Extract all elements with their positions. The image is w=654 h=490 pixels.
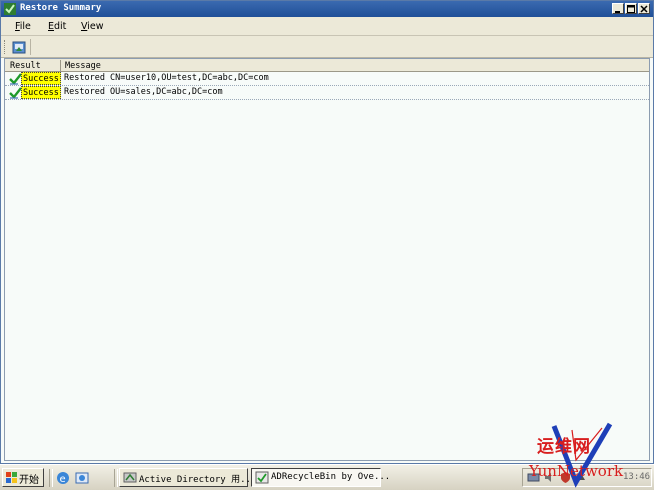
maximize-icon (627, 4, 635, 13)
menu-edit[interactable]: Edit (48, 21, 66, 32)
export-icon[interactable] (11, 39, 27, 55)
status-badge: Success (21, 86, 61, 99)
show-desktop-icon[interactable] (74, 470, 90, 486)
restore-summary-window: Restore Summary File Edit View Result Me… (0, 0, 654, 464)
close-icon (640, 4, 648, 13)
minimize-icon (615, 10, 620, 13)
taskbar-separator (114, 469, 118, 487)
table-row[interactable]: Success Restored OU=sales,DC=abc,DC=com (5, 86, 649, 100)
watermark-english-text: YunNetwork (529, 462, 624, 480)
task-adrecyclebin[interactable]: ADRecycleBin by Ove... (251, 468, 390, 487)
start-label: 开始 (19, 475, 39, 486)
svg-text:e: e (60, 474, 66, 485)
menu-bar: File Edit View (1, 17, 653, 36)
close-button[interactable] (638, 3, 650, 14)
column-divider[interactable] (60, 60, 61, 71)
watermark-chinese-text: 运维网 (537, 437, 591, 457)
toolbar-grip[interactable] (4, 40, 7, 54)
table-row[interactable]: Success Restored CN=user10,OU=test,DC=ab… (5, 72, 649, 86)
toolbar-separator (30, 39, 31, 55)
row-message: Restored CN=user10,OU=test,DC=abc,DC=com (64, 73, 269, 83)
menu-file[interactable]: File (15, 21, 31, 32)
maximize-button[interactable] (625, 3, 637, 14)
task-label: ADRecycleBin by Ove... (271, 472, 391, 482)
ie-icon[interactable]: e (55, 470, 71, 486)
ad-icon (123, 472, 137, 483)
windows-flag-icon (6, 472, 17, 483)
start-button[interactable]: 开始 (2, 468, 44, 487)
app-check-icon (4, 3, 16, 15)
title-bar[interactable]: Restore Summary (1, 1, 653, 17)
list-header: Result Message (5, 59, 649, 72)
menu-view[interactable]: View (81, 21, 104, 32)
column-result[interactable]: Result (10, 61, 41, 71)
taskbar-separator (49, 469, 53, 487)
window-title: Restore Summary (20, 3, 102, 13)
toolbar (1, 36, 653, 58)
minimize-button[interactable] (612, 3, 624, 14)
status-badge: Success (21, 72, 61, 85)
results-list[interactable]: Result Message Success Restored CN=user1… (4, 58, 650, 461)
app-icon (255, 471, 269, 484)
row-message: Restored OU=sales,DC=abc,DC=com (64, 87, 223, 97)
column-message[interactable]: Message (65, 61, 101, 71)
task-label: Active Directory 用... (139, 475, 257, 485)
task-active-directory[interactable]: Active Directory 用... (119, 468, 256, 487)
